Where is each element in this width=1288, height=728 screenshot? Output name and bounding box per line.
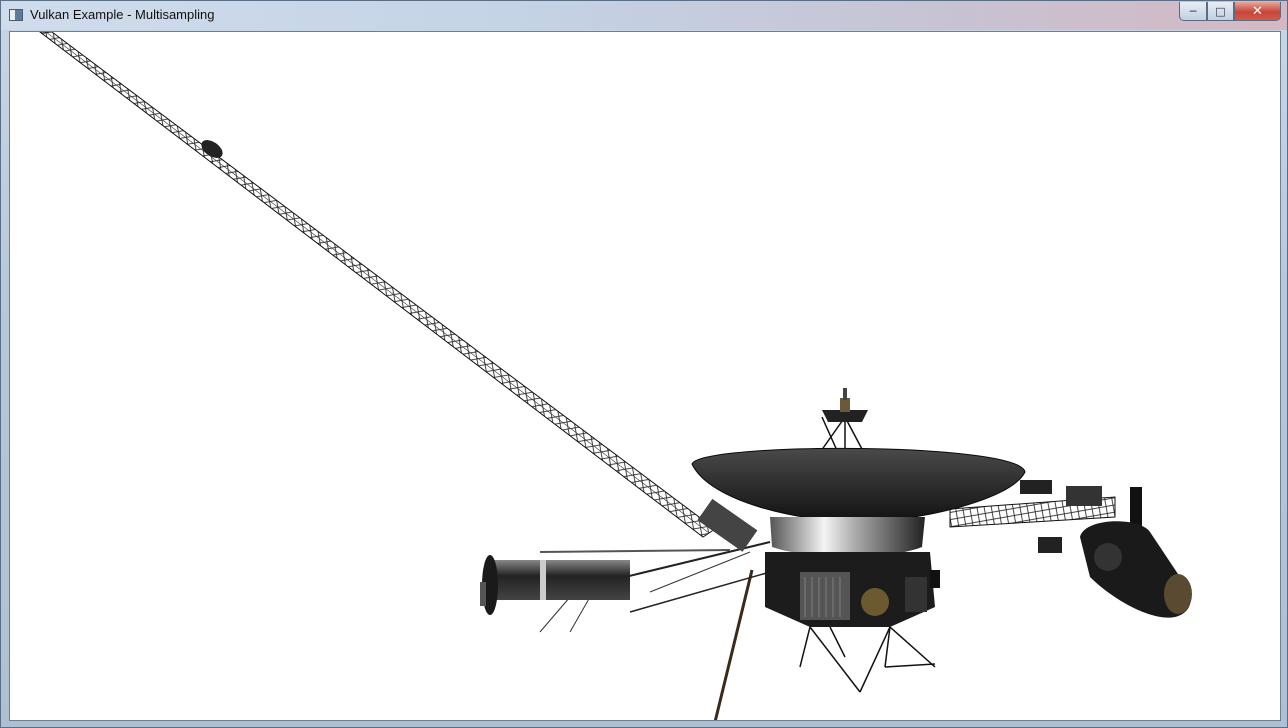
feed-horn: [822, 388, 868, 422]
app-window-icon[interactable]: [9, 9, 23, 21]
lower-struts: [799, 626, 936, 693]
render-viewport[interactable]: [9, 31, 1281, 721]
close-button[interactable]: ✕: [1234, 2, 1281, 21]
spacecraft-3d-model: [39, 32, 1192, 720]
minimize-button[interactable]: ─: [1179, 2, 1207, 21]
rtg-boom: [480, 541, 771, 633]
window-title: Vulkan Example - Multisampling: [30, 7, 215, 22]
antenna-rod: [713, 569, 754, 720]
title-bar[interactable]: Vulkan Example - Multisampling ─ □ ✕: [1, 1, 1287, 30]
science-boom: [949, 480, 1192, 618]
app-window: Vulkan Example - Multisampling ─ □ ✕: [0, 0, 1288, 728]
bus-ring: [770, 517, 925, 557]
magnetometer-boom: [39, 32, 716, 538]
maximize-button[interactable]: □: [1207, 2, 1234, 21]
